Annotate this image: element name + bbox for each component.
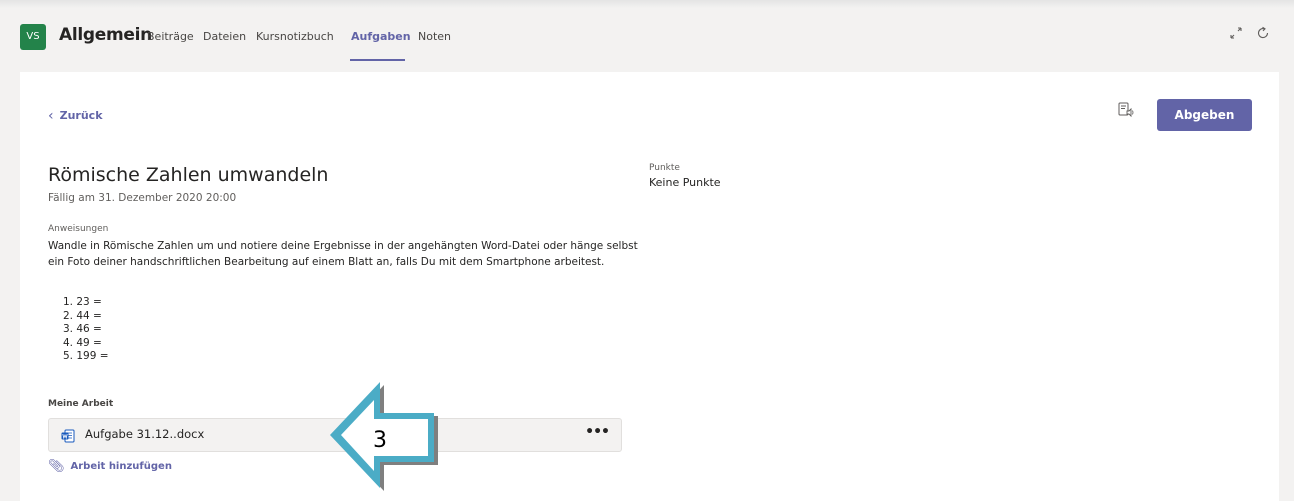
immersive-reader-icon[interactable] — [1117, 101, 1135, 119]
add-work-label: Arbeit hinzufügen — [70, 461, 172, 472]
assignment-panel: ‹ Zurück Abgeben Römische Zahlen umwandel… — [20, 72, 1279, 501]
channel-name: Allgemein — [59, 25, 152, 45]
tab-dateien[interactable]: Dateien — [203, 30, 246, 43]
refresh-icon[interactable] — [1256, 26, 1270, 44]
word-doc-icon — [61, 428, 75, 443]
header-shadow — [0, 0, 1294, 8]
list-item: 4. 49 = — [63, 336, 102, 349]
list-item: 2. 44 = — [63, 309, 102, 322]
points-label: Punkte — [649, 163, 680, 173]
step-arrow-callout: 3 — [330, 382, 438, 491]
expand-icon[interactable] — [1229, 26, 1243, 44]
list-item: 3. 46 = — [63, 323, 102, 335]
assignment-title: Römische Zahlen umwandeln — [48, 164, 329, 186]
active-tab-indicator — [350, 59, 405, 61]
instructions-text: Wandle in Römische Zahlen um und notiere… — [48, 240, 638, 268]
points-value: Keine Punkte — [649, 176, 721, 189]
list-item: 1. 23 = — [63, 296, 102, 308]
channel-header: VS Allgemein Beiträge Dateien Kursnotizb… — [0, 0, 1294, 70]
team-avatar[interactable]: VS — [20, 24, 46, 50]
list-item: 5. 199 = — [63, 350, 109, 362]
chevron-left-icon: ‹ — [48, 108, 54, 124]
tab-noten[interactable]: Noten — [418, 30, 451, 43]
due-date: Fällig am 31. Dezember 2020 20:00 — [48, 192, 237, 204]
tab-aufgaben[interactable]: Aufgaben — [351, 30, 411, 43]
paperclip-icon: 📎︎ — [48, 459, 65, 474]
back-button[interactable]: ‹ Zurück — [48, 107, 103, 124]
back-label: Zurück — [59, 109, 103, 122]
instructions-label: Anweisungen — [48, 224, 109, 234]
file-name[interactable]: Aufgabe 31.12..docx — [85, 427, 204, 441]
step-number: 3 — [373, 428, 387, 453]
submit-button[interactable]: Abgeben — [1157, 99, 1252, 131]
tab-beitraege[interactable]: Beiträge — [147, 30, 194, 43]
add-work-button[interactable]: 📎︎ Arbeit hinzufügen — [48, 458, 172, 474]
more-options-button[interactable]: ••• — [585, 424, 610, 440]
exercise-list: 1. 23 = 2. 44 = 3. 46 = 4. 49 = 5. 199 = — [63, 296, 109, 364]
my-work-label: Meine Arbeit — [48, 399, 114, 409]
tab-kursnotizbuch[interactable]: Kursnotizbuch — [256, 30, 334, 43]
